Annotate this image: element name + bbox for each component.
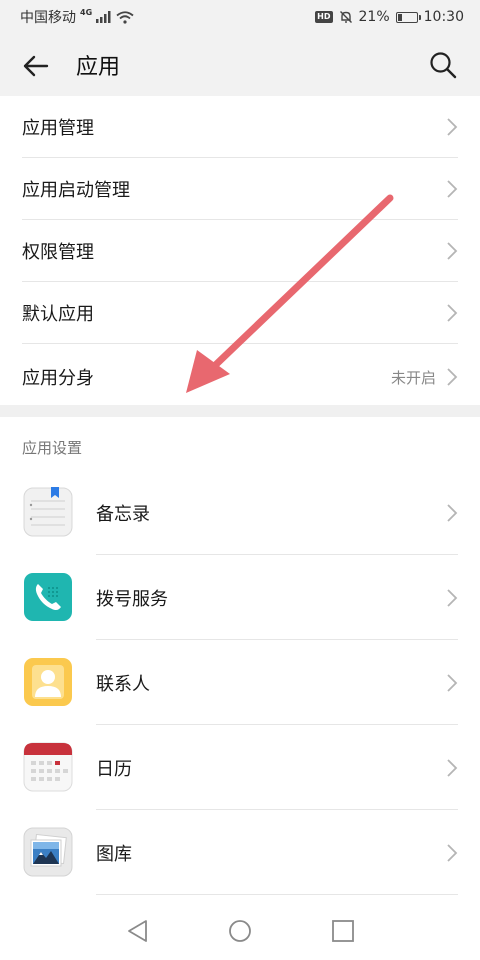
app-twin-status: 未开启 xyxy=(390,368,436,387)
hd-badge: HD xyxy=(315,11,333,23)
calendar-icon xyxy=(23,742,73,792)
section-divider xyxy=(0,405,480,417)
nav-back-icon[interactable] xyxy=(125,918,151,944)
chevron-right-icon xyxy=(447,843,458,862)
contacts-icon xyxy=(24,658,72,706)
chevron-right-icon xyxy=(447,179,458,198)
status-left: 中国移动 4G xyxy=(20,7,134,27)
app-label: 备忘录 xyxy=(96,503,150,525)
wifi-icon xyxy=(116,10,134,24)
carrier-label: 中国移动 xyxy=(20,10,76,26)
chevron-right-icon xyxy=(447,588,458,607)
menu-item-app-management[interactable]: 应用管理 xyxy=(22,96,458,158)
app-bar: 应用 xyxy=(0,34,480,96)
chevron-right-icon xyxy=(447,673,458,692)
chevron-right-icon xyxy=(447,368,458,386)
battery-level-fill xyxy=(397,13,402,21)
menu-item-label: 应用管理 xyxy=(22,117,94,139)
app-row-gallery[interactable]: 图库 xyxy=(0,810,480,895)
app-row-notepad[interactable]: 备忘录 xyxy=(0,470,480,555)
mute-bell-icon xyxy=(339,11,352,23)
nav-recents-icon[interactable] xyxy=(330,918,356,944)
search-icon[interactable] xyxy=(428,50,458,80)
battery-percent: 21% xyxy=(358,9,390,25)
menu-item-permissions[interactable]: 权限管理 xyxy=(22,220,458,282)
status-bar: 中国移动 4G HD 21% 10:30 xyxy=(0,0,480,34)
page-title: 应用 xyxy=(76,55,121,80)
clock: 10:30 xyxy=(423,9,464,25)
app-row-dialer[interactable]: 拨号服务 xyxy=(0,555,480,640)
app-label: 日历 xyxy=(96,758,132,780)
status-right: HD 21% 10:30 xyxy=(315,9,464,25)
menu-item-default-apps[interactable]: 默认应用 xyxy=(22,282,458,344)
back-arrow-icon[interactable] xyxy=(20,50,52,82)
chevron-right-icon xyxy=(447,503,458,522)
section-title: 应用设置 xyxy=(22,439,83,457)
menu-item-label: 应用启动管理 xyxy=(22,179,130,201)
network-type: 4G xyxy=(80,7,93,17)
menu-item-app-twin[interactable]: 应用分身 未开启 xyxy=(22,344,458,410)
system-nav-bar xyxy=(0,900,480,960)
battery-icon xyxy=(395,11,421,23)
chevron-right-icon xyxy=(447,303,458,322)
app-row-calendar[interactable]: 日历 xyxy=(0,725,480,810)
menu-item-app-startup[interactable]: 应用启动管理 xyxy=(22,158,458,220)
chevron-right-icon xyxy=(447,117,458,136)
chevron-right-icon xyxy=(447,241,458,260)
app-label: 拨号服务 xyxy=(96,588,168,610)
signal-icon xyxy=(96,11,111,23)
app-settings-list: 备忘录 拨号服务 联系人 日历 图库 xyxy=(0,470,480,895)
menu-item-label: 应用分身 xyxy=(22,368,94,389)
notepad-icon xyxy=(23,487,73,537)
nav-home-icon[interactable] xyxy=(227,918,253,944)
app-label: 联系人 xyxy=(96,673,150,695)
app-row-contacts[interactable]: 联系人 xyxy=(0,640,480,725)
gallery-icon xyxy=(23,827,73,877)
app-menu-list: 应用管理 应用启动管理 权限管理 默认应用 应用分身 未开启 xyxy=(0,96,480,410)
row-divider xyxy=(96,894,458,895)
menu-item-label: 权限管理 xyxy=(22,241,94,263)
phone-icon xyxy=(24,573,72,621)
chevron-right-icon xyxy=(447,758,458,777)
menu-item-label: 默认应用 xyxy=(22,303,94,325)
app-label: 图库 xyxy=(96,843,132,865)
